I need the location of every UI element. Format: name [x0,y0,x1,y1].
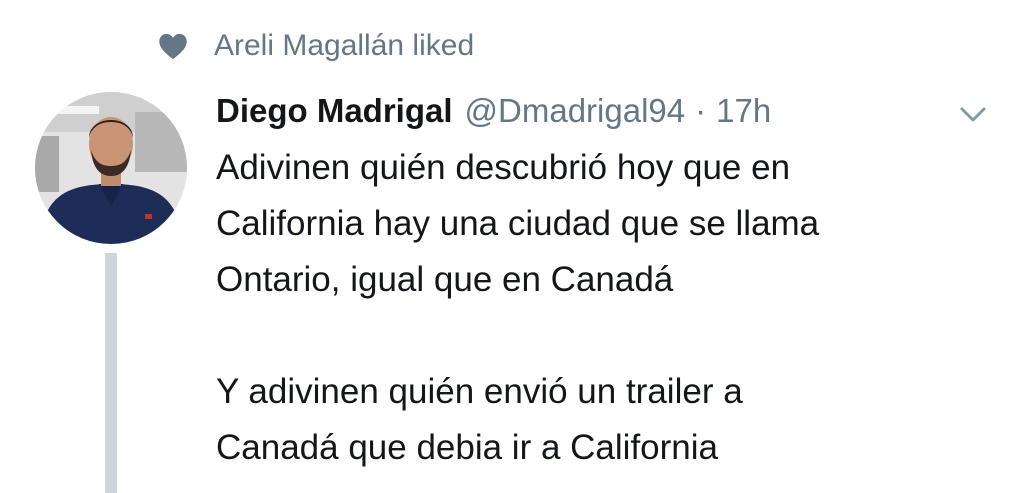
author-handle[interactable]: @Dmadrigal94 [465,92,686,130]
tweet-line-break [216,308,1006,364]
avatar[interactable] [35,92,187,244]
tweet-line: Ontario, igual que en Canadá [216,260,674,299]
heart-icon [159,33,187,60]
tweet-line: California hay una ciudad que se llama [216,204,820,243]
chevron-down-icon[interactable] [956,100,990,128]
liked-by-text[interactable]: Areli Magallán liked [214,29,474,63]
tweet-header: Diego Madrigal @Dmadrigal94 · 17h [216,86,771,136]
timestamp[interactable]: 17h [716,92,771,130]
thread-line [105,253,117,493]
tweet-text: Adivinen quién descubrió hoy que en Cali… [216,140,1006,476]
tweet-line: Y adivinen quién envió un trailer a [216,372,743,411]
separator-dot: · [695,92,707,129]
tweet-line: Adivinen quién descubrió hoy que en [216,148,791,187]
social-context: Areli Magallán liked [158,24,474,68]
author-name[interactable]: Diego Madrigal [216,92,453,130]
avatar-photo [35,92,187,244]
tweet-line: Canadá que debia ir a California [216,428,718,467]
